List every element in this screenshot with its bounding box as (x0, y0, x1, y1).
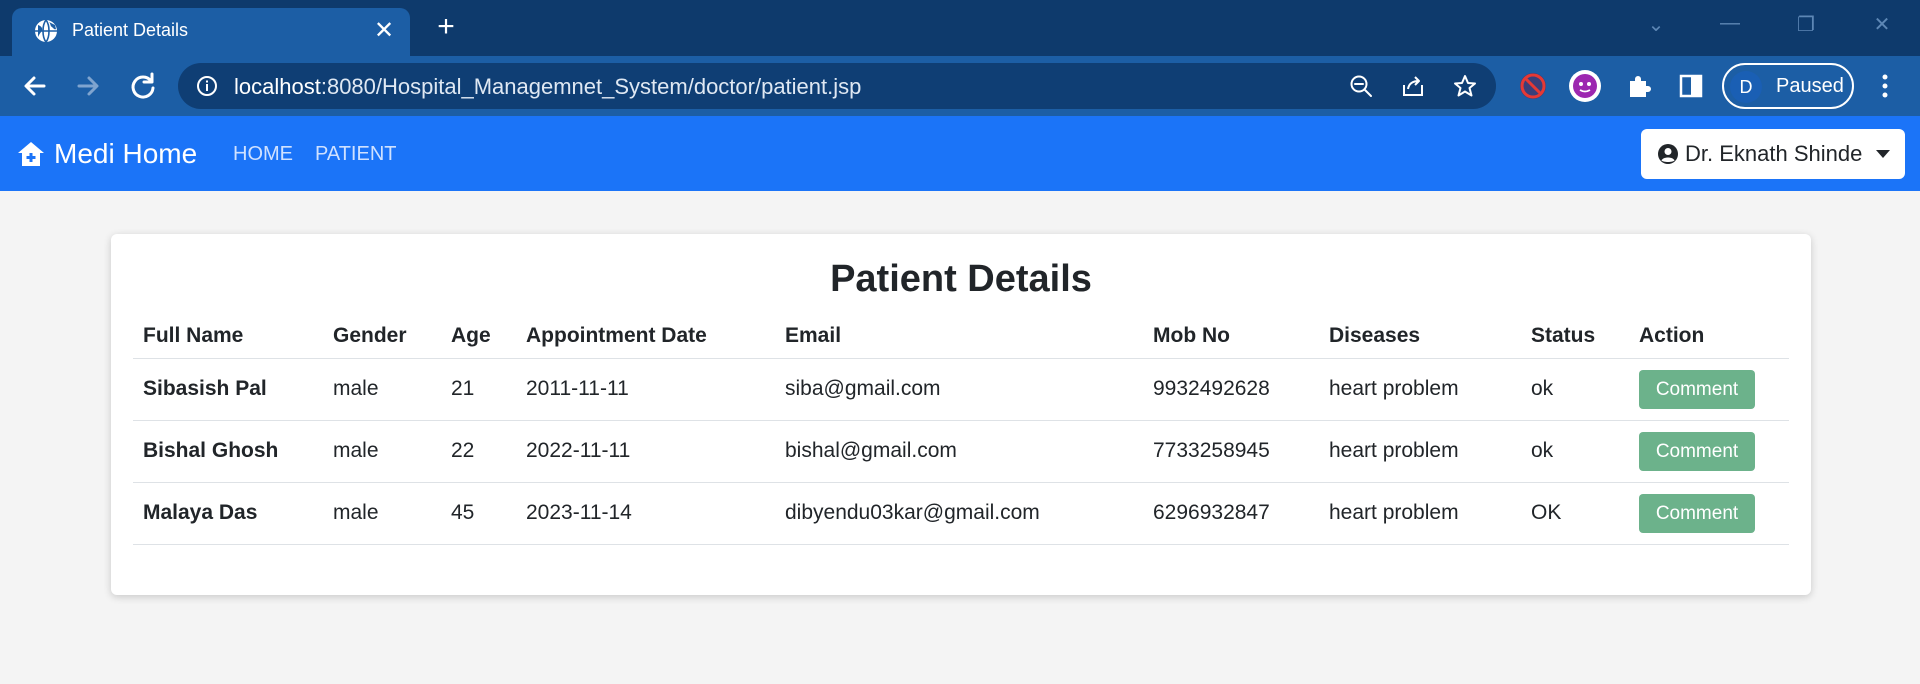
table-header-row: Full Name Gender Age Appointment Date Em… (133, 314, 1789, 359)
chevron-down-icon (1876, 150, 1891, 158)
cell-action: Comment (1629, 482, 1789, 545)
cell-mob-no: 7733258945 (1143, 420, 1319, 483)
cell-gender: male (323, 482, 441, 545)
clinic-home-icon (18, 142, 44, 166)
nav-home-link[interactable]: HOME (233, 143, 293, 166)
col-status: Status (1521, 314, 1629, 359)
address-bar[interactable]: localhost:8080/Hospital_Managemnet_Syste… (178, 63, 1496, 109)
cell-gender: male (323, 420, 441, 483)
restore-icon[interactable]: ❐ (1786, 12, 1826, 36)
col-appointment-date: Appointment Date (516, 314, 775, 359)
forward-icon[interactable] (71, 69, 105, 103)
comment-button[interactable]: Comment (1639, 493, 1755, 533)
col-diseases: Diseases (1319, 314, 1521, 359)
table-row: Bishal Ghosh male 22 2022-11-11 bishal@g… (133, 420, 1789, 483)
cell-status: ok (1521, 358, 1629, 421)
tab-close-icon[interactable]: ✕ (370, 17, 398, 45)
side-panel-icon[interactable] (1674, 69, 1708, 103)
cell-email: bishal@gmail.com (775, 420, 1143, 483)
brand-name: Medi Home (54, 138, 198, 169)
cell-age: 45 (441, 482, 516, 545)
cell-diseases: heart problem (1319, 482, 1521, 545)
comment-button[interactable]: Comment (1639, 369, 1755, 409)
col-gender: Gender (323, 314, 441, 359)
globe-icon (35, 19, 57, 43)
more-menu-icon[interactable] (1870, 69, 1900, 103)
col-action: Action (1629, 314, 1789, 359)
browser-toolbar: localhost:8080/Hospital_Managemnet_Syste… (0, 56, 1920, 116)
cell-full-name: Malaya Das (133, 482, 323, 545)
patient-details-card: Patient Details Full Name Gender Age App… (111, 234, 1811, 595)
cell-appointment-date: 2023-11-14 (516, 482, 775, 545)
patient-table: Full Name Gender Age Appointment Date Em… (133, 314, 1789, 545)
table-row: Malaya Das male 45 2023-11-14 dibyendu03… (133, 482, 1789, 545)
zoom-out-icon[interactable] (1348, 73, 1374, 99)
cell-mob-no: 6296932847 (1143, 482, 1319, 545)
col-age: Age (441, 314, 516, 359)
minimize-icon[interactable]: — (1710, 12, 1750, 36)
cell-email: siba@gmail.com (775, 358, 1143, 421)
brand-link[interactable]: Medi Home (16, 136, 197, 172)
profile-avatar: D (1730, 71, 1762, 103)
comment-button[interactable]: Comment (1639, 431, 1755, 471)
col-mob-no: Mob No (1143, 314, 1319, 359)
nav-patient-link[interactable]: PATIENT (315, 143, 396, 166)
bookmark-star-icon[interactable] (1452, 73, 1478, 99)
cell-diseases: heart problem (1319, 420, 1521, 483)
cell-gender: male (323, 358, 441, 421)
site-info-icon[interactable] (196, 75, 218, 97)
cell-mob-no: 9932492628 (1143, 358, 1319, 421)
col-full-name: Full Name (133, 314, 323, 359)
profile-status: Paused (1776, 75, 1844, 97)
back-icon[interactable] (18, 69, 52, 103)
tab-search-icon[interactable]: ⌄ (1636, 12, 1676, 36)
cell-age: 21 (441, 358, 516, 421)
cell-action: Comment (1629, 358, 1789, 421)
cell-status: ok (1521, 420, 1629, 483)
cell-email: dibyendu03kar@gmail.com (775, 482, 1143, 545)
browser-tab[interactable]: Patient Details ✕ (12, 8, 410, 56)
app-navbar: Medi Home HOME PATIENT Dr. Eknath Shinde (0, 116, 1920, 191)
profile-button[interactable]: D Paused (1722, 63, 1854, 109)
user-name: Dr. Eknath Shinde (1685, 141, 1863, 166)
user-dropdown-button[interactable]: Dr. Eknath Shinde (1641, 129, 1905, 179)
browser-titlebar: Patient Details ✕ + ⌄ — ❐ ✕ (0, 0, 1920, 56)
col-email: Email (775, 314, 1143, 359)
extensions-puzzle-icon[interactable] (1622, 69, 1656, 103)
table-row: Sibasish Pal male 21 2011-11-11 siba@gma… (133, 358, 1789, 421)
user-circle-icon (1658, 144, 1678, 164)
cell-status: OK (1521, 482, 1629, 545)
tab-title: Patient Details (72, 20, 189, 40)
cell-full-name: Sibasish Pal (133, 358, 323, 421)
extension-blocker-icon[interactable] (1516, 69, 1550, 103)
reload-icon[interactable] (126, 69, 160, 103)
cell-appointment-date: 2011-11-11 (516, 358, 775, 421)
cell-action: Comment (1629, 420, 1789, 483)
cell-age: 22 (441, 420, 516, 483)
card-title: Patient Details (830, 258, 1092, 300)
cell-appointment-date: 2022-11-11 (516, 420, 775, 483)
url-text[interactable]: localhost:8080/Hospital_Managemnet_Syste… (234, 74, 861, 100)
share-icon[interactable] (1400, 73, 1426, 99)
new-tab-icon[interactable]: + (430, 12, 462, 44)
extension-avatar-icon[interactable] (1568, 69, 1602, 103)
close-window-icon[interactable]: ✕ (1862, 12, 1902, 36)
cell-full-name: Bishal Ghosh (133, 420, 323, 483)
cell-diseases: heart problem (1319, 358, 1521, 421)
